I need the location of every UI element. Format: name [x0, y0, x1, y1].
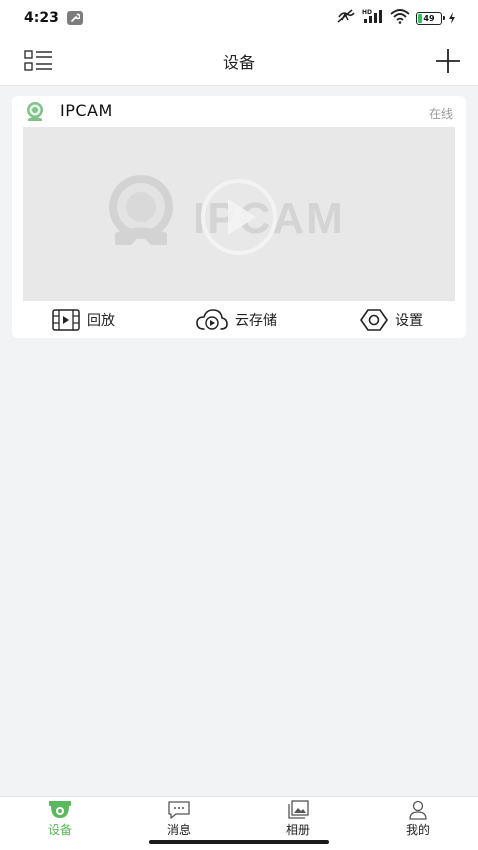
tab-devices-label: 设备	[47, 823, 72, 837]
settings-button[interactable]: 设置	[360, 304, 423, 336]
cloud-storage-button[interactable]: 云存储	[196, 304, 277, 336]
device-actions: 回放 云存储 设置	[12, 304, 466, 336]
tab-messages[interactable]: 消息	[139, 797, 219, 841]
device-name: IPCAM	[60, 101, 113, 120]
plus-icon[interactable]	[434, 47, 462, 75]
wrench-icon	[66, 11, 83, 25]
mute-icon	[336, 8, 356, 28]
tab-album[interactable]: 相册	[258, 797, 338, 841]
battery-icon: 49	[416, 11, 445, 25]
device-card: IPCAM 在线 IPCAM 回放 云存储 设置	[12, 96, 466, 338]
top-header: 设备	[0, 36, 478, 86]
status-time: 4:23	[24, 10, 59, 26]
status-right: HD 49	[336, 8, 456, 28]
film-icon	[52, 309, 80, 331]
page-title: 设备	[222, 52, 255, 72]
charging-icon	[448, 9, 456, 28]
video-preview[interactable]: IPCAM	[23, 127, 455, 301]
album-icon	[288, 800, 309, 819]
cloud-storage-label: 云存储	[235, 313, 277, 329]
settings-icon	[360, 309, 388, 331]
signal-icon: HD	[362, 8, 384, 28]
cloud-icon	[196, 309, 228, 330]
ipcam-logo-icon	[109, 175, 173, 245]
playback-label: 回放	[87, 313, 115, 329]
camera-icon	[49, 801, 71, 818]
camera-icon	[27, 102, 43, 121]
device-card-header[interactable]: IPCAM 在线	[12, 96, 466, 126]
home-indicator[interactable]	[149, 840, 329, 844]
message-icon	[168, 801, 190, 819]
tab-mine-label: 我的	[405, 823, 430, 837]
device-status: 在线	[428, 107, 453, 121]
list-grid-icon[interactable]	[24, 49, 54, 73]
wifi-icon	[390, 8, 410, 28]
tab-album-label: 相册	[285, 823, 310, 837]
battery-level: 49	[423, 13, 435, 23]
status-bar: 4:23 HD 49	[0, 0, 478, 36]
tab-mine[interactable]: 我的	[378, 797, 458, 841]
tab-messages-label: 消息	[166, 823, 191, 837]
status-left: 4:23	[24, 10, 83, 26]
playback-button[interactable]: 回放	[52, 304, 115, 336]
tab-devices[interactable]: 设备	[20, 797, 100, 841]
user-icon	[409, 800, 427, 820]
svg-text:HD: HD	[362, 9, 372, 16]
settings-label: 设置	[395, 313, 423, 329]
preview-watermark: IPCAM	[109, 175, 343, 255]
